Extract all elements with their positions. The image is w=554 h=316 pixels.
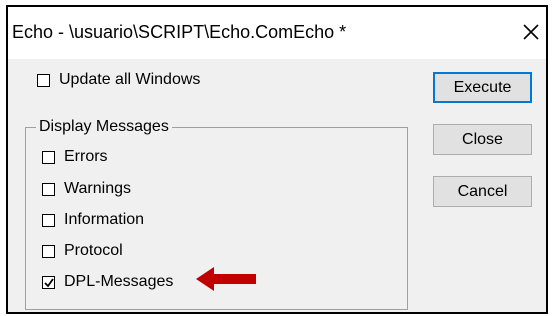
- warnings-label: Warnings: [64, 180, 131, 197]
- close-button[interactable]: Close: [433, 124, 532, 155]
- protocol-box[interactable]: [42, 244, 55, 258]
- information-label: Information: [64, 211, 145, 228]
- warnings-box[interactable]: [42, 182, 55, 196]
- display-messages-title: Display Messages: [36, 118, 172, 136]
- dpl-messages-checkbox[interactable]: DPL-Messages: [42, 273, 173, 291]
- checkmark-icon: [44, 277, 54, 287]
- errors-label: Errors: [64, 148, 108, 165]
- execute-button[interactable]: Execute: [433, 72, 532, 103]
- dpl-messages-label: DPL-Messages: [64, 273, 174, 290]
- protocol-label: Protocol: [64, 242, 123, 259]
- errors-checkbox[interactable]: Errors: [42, 148, 108, 166]
- dpl-messages-box[interactable]: [42, 275, 55, 289]
- annotation-arrow-icon: [196, 267, 256, 291]
- errors-box[interactable]: [42, 150, 55, 164]
- close-icon[interactable]: [522, 23, 540, 41]
- protocol-checkbox[interactable]: Protocol: [42, 242, 123, 260]
- information-checkbox[interactable]: Information: [42, 211, 144, 229]
- window-title: Echo - \usuario\SCRIPT\Echo.ComEcho *: [12, 22, 347, 42]
- update-all-windows-label: Update all Windows: [59, 71, 201, 88]
- cancel-button[interactable]: Cancel: [433, 176, 532, 207]
- echo-dialog: Echo - \usuario\SCRIPT\Echo.ComEcho * Up…: [6, 5, 548, 314]
- update-all-windows-checkbox[interactable]: Update all Windows: [37, 71, 200, 89]
- update-all-windows-box[interactable]: [37, 73, 50, 87]
- information-box[interactable]: [42, 213, 55, 227]
- warnings-checkbox[interactable]: Warnings: [42, 180, 131, 198]
- title-bar: Echo - \usuario\SCRIPT\Echo.ComEcho *: [8, 7, 546, 59]
